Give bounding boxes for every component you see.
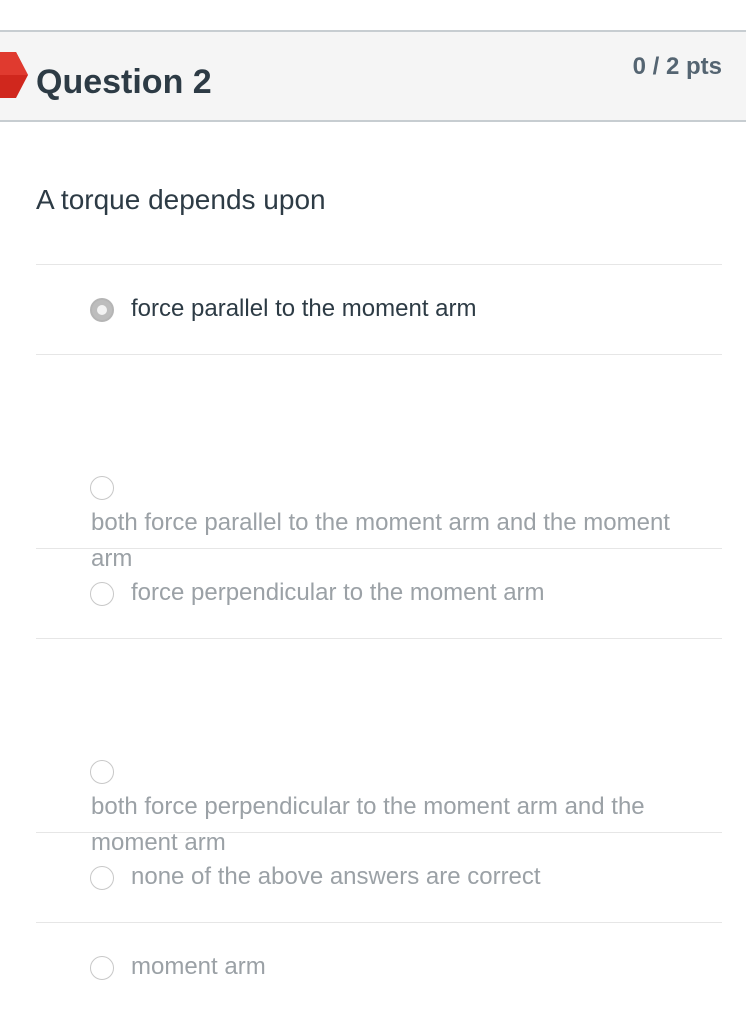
answer-label: none of the above answers are correct	[131, 863, 541, 890]
radio-button-icon[interactable]	[90, 866, 114, 890]
answer-option[interactable]: both force perpendicular to the moment a…	[36, 638, 722, 856]
question-title: Question 2	[36, 63, 212, 101]
radio-button-icon[interactable]	[90, 476, 114, 500]
answer-list: force parallel to the moment arm both fo…	[36, 264, 722, 1012]
answer-option[interactable]: none of the above answers are correct	[36, 832, 722, 922]
radio-button-icon[interactable]	[90, 760, 114, 784]
quiz-page: Question 2 0 / 2 pts A torque depends up…	[0, 0, 746, 1024]
answer-option[interactable]: both force parallel to the moment arm an…	[36, 354, 722, 572]
answer-label: force parallel to the moment arm	[131, 295, 477, 322]
answer-option[interactable]: moment arm	[36, 922, 722, 1012]
question-text: A torque depends upon	[36, 184, 326, 215]
answer-label: force perpendicular to the moment arm	[131, 579, 545, 606]
answer-label: moment arm	[131, 953, 266, 980]
incorrect-flag-icon	[0, 52, 28, 98]
radio-button-icon[interactable]	[90, 298, 114, 322]
radio-button-icon[interactable]	[90, 582, 114, 606]
question-points: 0 / 2 pts	[632, 53, 722, 80]
answer-option[interactable]: force parallel to the moment arm	[36, 264, 722, 354]
answer-option[interactable]: force perpendicular to the moment arm	[36, 548, 722, 638]
question-header: Question 2 0 / 2 pts	[0, 32, 746, 122]
radio-button-icon[interactable]	[90, 956, 114, 980]
